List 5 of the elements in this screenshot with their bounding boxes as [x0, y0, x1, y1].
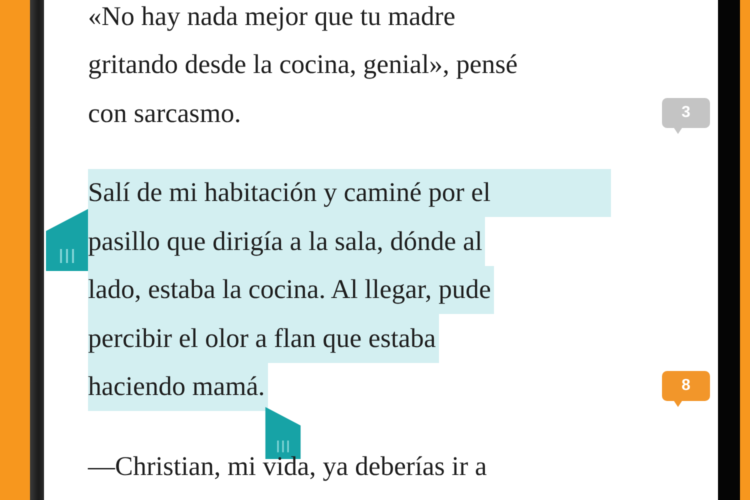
text-line: gritando desde la cocina, genial», pensé — [88, 48, 519, 82]
selection-handle[interactable] — [46, 208, 88, 270]
text-line: «No hay nada mejor que tu madre — [88, 0, 456, 33]
text-line: —Christian, mi vida, ya deberías ir a — [88, 450, 488, 483]
text-line: con sarcasmo. — [88, 96, 242, 130]
